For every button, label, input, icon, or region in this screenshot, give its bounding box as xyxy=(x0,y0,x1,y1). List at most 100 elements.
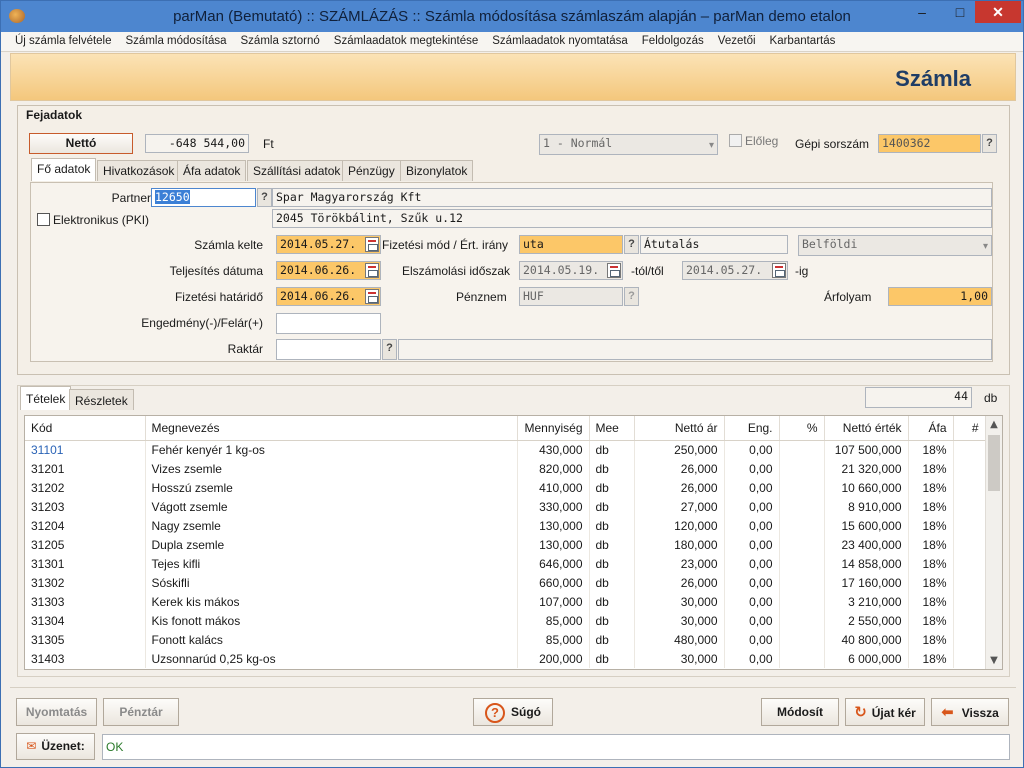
table-row[interactable]: 31403 Uzsonnarúd 0,25 kg-os 200,000 db 30,00… xyxy=(25,649,986,668)
currency-code-field[interactable]: HUF xyxy=(519,287,623,306)
menu-print-invoice[interactable]: Számlaadatok nyomtatása xyxy=(484,32,634,47)
electronic-checkbox[interactable] xyxy=(37,213,50,226)
tab-vat-data[interactable]: Áfa adatok xyxy=(177,160,247,181)
print-button[interactable]: Nyomtatás xyxy=(16,698,97,726)
column-header-percent[interactable]: % xyxy=(779,416,825,441)
tab-documents[interactable]: Bizonylatok xyxy=(400,160,474,181)
warehouse-lookup-button[interactable]: ? xyxy=(382,339,397,360)
table-row[interactable]: 31204 Nagy zsemle 130,000 db 120,000 0,00 15 6… xyxy=(25,516,986,535)
column-header-vat[interactable]: Áfa xyxy=(908,416,954,441)
payment-mode-input[interactable]: uta xyxy=(519,235,623,254)
tab-main-data[interactable]: Fő adatok xyxy=(31,158,97,181)
calendar-icon[interactable] xyxy=(607,263,621,278)
column-header-net-price[interactable]: Nettó ár xyxy=(634,416,725,441)
column-header-quantity[interactable]: Mennyiség xyxy=(517,416,590,441)
items-scrollbar[interactable]: ▲ ▼ xyxy=(985,416,1002,669)
due-date-input[interactable]: 2014.06.26. xyxy=(276,287,381,306)
fulfilment-date-input[interactable]: 2014.06.26. xyxy=(276,261,381,280)
tab-references[interactable]: Hivatkozások xyxy=(97,160,181,181)
direction-select[interactable]: Belföldi ▾ xyxy=(798,235,992,256)
tab-details[interactable]: Részletek xyxy=(69,389,134,410)
cell-net-value: 15 600,000 xyxy=(824,516,909,535)
menu-modify-invoice[interactable]: Számla módosítása xyxy=(118,32,233,47)
table-row[interactable]: 31101 Fehér kenyér 1 kg-os 430,000 db 250,00… xyxy=(25,440,986,459)
tab-items[interactable]: Tételek xyxy=(20,386,72,410)
cell-quantity: 200,000 xyxy=(517,649,590,668)
back-button[interactable]: ⬅ Vissza xyxy=(931,698,1009,726)
minimize-button[interactable]: – xyxy=(907,1,937,23)
partner-lookup-button[interactable]: ? xyxy=(257,188,272,207)
settlement-from-input[interactable]: 2014.05.19. xyxy=(519,261,623,280)
scroll-thumb[interactable] xyxy=(988,435,1000,491)
cell-net-price: 26,000 xyxy=(634,478,725,497)
table-row[interactable]: 31304 Kis fonott mákos 85,000 db 30,000 0,00 2… xyxy=(25,611,986,630)
column-header-unit[interactable]: Mee xyxy=(589,416,635,441)
column-header-code[interactable]: Kód xyxy=(25,416,146,441)
message-button[interactable]: ✉ Üzenet: xyxy=(16,733,95,760)
payment-mode-lookup-button[interactable]: ? xyxy=(624,235,639,254)
envelope-icon: ✉ xyxy=(26,739,37,753)
calendar-icon[interactable] xyxy=(365,237,379,252)
calendar-icon[interactable] xyxy=(365,289,379,304)
back-label: Vissza xyxy=(961,706,999,720)
invoice-date-input[interactable]: 2014.05.27. xyxy=(276,235,381,254)
cell-code: 31201 xyxy=(25,459,146,478)
settlement-to-input[interactable]: 2014.05.27. xyxy=(682,261,788,280)
cell-hash xyxy=(953,497,986,516)
advance-label: Előleg xyxy=(745,134,779,148)
netto-button[interactable]: Nettó xyxy=(29,133,133,154)
column-header-hash[interactable]: # xyxy=(953,416,986,441)
scroll-up-icon[interactable]: ▲ xyxy=(986,416,1002,433)
table-row[interactable]: 31305 Fonott kalács 85,000 db 480,000 0,00 40 … xyxy=(25,630,986,649)
calendar-icon[interactable] xyxy=(772,263,786,278)
menu-processing[interactable]: Feldolgozás xyxy=(634,32,710,47)
calendar-icon[interactable] xyxy=(365,263,379,278)
column-header-discount[interactable]: Eng. xyxy=(724,416,780,441)
cell-name: Kerek kis mákos xyxy=(145,592,518,611)
cashier-button[interactable]: Pénztár xyxy=(103,698,179,726)
exchange-rate-field[interactable]: 1,00 xyxy=(888,287,992,306)
menu-new-invoice[interactable]: Új számla felvétele xyxy=(1,32,118,47)
currency-lookup-button[interactable]: ? xyxy=(624,287,639,306)
cell-discount: 0,00 xyxy=(724,592,780,611)
column-header-net-value[interactable]: Nettó érték xyxy=(824,416,909,441)
partner-code-input[interactable]: 12650 xyxy=(151,188,256,207)
tab-shipping-data[interactable]: Szállítási adatok xyxy=(247,160,347,181)
menu-storno[interactable]: Számla sztornó xyxy=(233,32,326,47)
menu-view-invoice[interactable]: Számlaadatok megtekintése xyxy=(326,32,484,47)
cell-net-price: 480,000 xyxy=(634,630,725,649)
advance-checkbox[interactable] xyxy=(729,134,742,147)
discount-input[interactable] xyxy=(276,313,381,334)
currency-label: Ft xyxy=(263,137,274,151)
help-button[interactable]: ? Súgó xyxy=(473,698,553,726)
table-row[interactable]: 31201 Vizes zsemle 820,000 db 26,000 0,00 21 3… xyxy=(25,459,986,478)
maximize-button[interactable]: □ xyxy=(945,1,975,23)
item-count-field: 44 xyxy=(865,387,972,408)
table-row[interactable]: 31302 Sóskifli 660,000 db 26,000 0,00 17 160,0… xyxy=(25,573,986,592)
table-row[interactable]: 31203 Vágott zsemle 330,000 db 27,000 0,00 8 9… xyxy=(25,497,986,516)
modify-button[interactable]: Módosít xyxy=(761,698,839,726)
warehouse-input[interactable] xyxy=(276,339,381,360)
cell-net-price: 180,000 xyxy=(634,535,725,554)
invoice-date-value: 2014.05.27. xyxy=(280,237,357,251)
scroll-down-icon[interactable]: ▼ xyxy=(986,652,1002,669)
cell-vat: 18% xyxy=(908,516,954,535)
menu-management[interactable]: Vezetői xyxy=(710,32,762,47)
cell-discount: 0,00 xyxy=(724,459,780,478)
new-request-label: Újat kér xyxy=(871,706,916,720)
settlement-to-suffix: -ig xyxy=(795,264,809,278)
table-row[interactable]: 31202 Hosszú zsemle 410,000 db 26,000 0,00 10 … xyxy=(25,478,986,497)
close-button[interactable]: ✕ xyxy=(975,1,1021,23)
table-row[interactable]: 31301 Tejes kifli 646,000 db 23,000 0,00 14 85… xyxy=(25,554,986,573)
menu-maintenance[interactable]: Karbantartás xyxy=(762,32,842,47)
machine-serial-lookup-button[interactable]: ? xyxy=(982,134,997,153)
footer-divider xyxy=(10,687,1016,688)
table-row[interactable]: 31303 Kerek kis mákos 107,000 db 30,000 0,00 3… xyxy=(25,592,986,611)
cell-percent xyxy=(779,630,825,649)
invoice-type-select[interactable]: 1 - Normál ▾ xyxy=(539,134,718,155)
cell-code: 31303 xyxy=(25,592,146,611)
table-row[interactable]: 31205 Dupla zsemle 130,000 db 180,000 0,00 23 … xyxy=(25,535,986,554)
new-request-button[interactable]: ↻ Újat kér xyxy=(845,698,925,726)
column-header-name[interactable]: Megnevezés xyxy=(145,416,518,441)
tab-finance[interactable]: Pénzügy xyxy=(342,160,401,181)
